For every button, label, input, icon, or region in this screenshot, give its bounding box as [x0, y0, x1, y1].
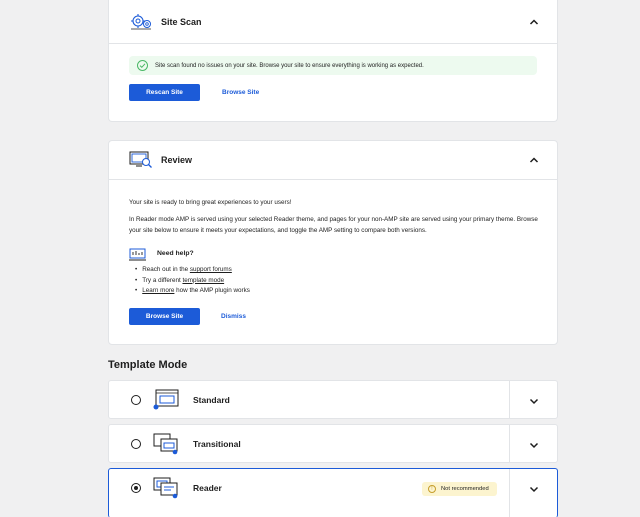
- help-item: Reach out in the support forums: [135, 265, 250, 276]
- browse-site-button[interactable]: Browse Site: [129, 308, 200, 325]
- reader-mode-icon: [153, 477, 178, 499]
- notice-text: Site scan found no issues on your site. …: [155, 62, 424, 69]
- checkmark-icon: [137, 60, 148, 71]
- not-recommended-badge: ! Not recommended: [422, 482, 497, 496]
- standard-mode-icon: [153, 389, 179, 410]
- browse-site-link[interactable]: Browse Site: [222, 89, 259, 96]
- chevron-down-icon[interactable]: [529, 484, 539, 494]
- mode-label: Standard: [193, 395, 230, 405]
- reader-radio[interactable]: [131, 483, 141, 493]
- gears-icon: [131, 13, 151, 29]
- divider: [509, 381, 510, 418]
- support-forums-link[interactable]: support forums: [190, 266, 232, 273]
- chevron-down-icon[interactable]: [529, 440, 539, 450]
- help-item: Try a different template mode: [135, 276, 250, 287]
- review-monitor-icon: [129, 151, 152, 168]
- mode-label: Reader: [193, 483, 222, 493]
- site-scan-panel: Site Scan Site scan found no issues on y…: [108, 0, 558, 122]
- help-list: Reach out in the support forums Try a di…: [135, 265, 250, 297]
- mode-option-standard[interactable]: Standard: [108, 380, 558, 419]
- divider: [509, 425, 510, 462]
- chevron-up-icon[interactable]: [529, 17, 539, 27]
- template-mode-title: Template Mode: [108, 359, 188, 371]
- transitional-mode-icon: [153, 433, 178, 455]
- site-scan-title: Site Scan: [161, 16, 202, 27]
- mode-option-transitional[interactable]: Transitional: [108, 424, 558, 463]
- review-header[interactable]: Review: [109, 141, 557, 180]
- chevron-down-icon[interactable]: [529, 396, 539, 406]
- review-description: In Reader mode AMP is served using your …: [129, 216, 538, 234]
- mode-label: Transitional: [193, 439, 241, 449]
- review-title: Review: [161, 155, 193, 165]
- review-panel: Review Your site is ready to bring great…: [108, 140, 558, 345]
- rescan-site-button[interactable]: Rescan Site: [129, 84, 200, 101]
- success-notice: Site scan found no issues on your site. …: [129, 56, 537, 75]
- template-mode-link[interactable]: template mode: [182, 277, 224, 284]
- help-item: Learn more how the AMP plugin works: [135, 286, 250, 297]
- site-scan-header[interactable]: Site Scan: [109, 0, 557, 44]
- learn-more-link[interactable]: Learn more: [142, 287, 174, 294]
- chevron-up-icon[interactable]: [529, 155, 539, 165]
- standard-radio[interactable]: [131, 395, 141, 405]
- divider: [509, 469, 510, 517]
- transitional-radio[interactable]: [131, 439, 141, 449]
- help-monitor-icon: [129, 248, 146, 261]
- mode-option-reader[interactable]: Reader ! Not recommended: [108, 468, 558, 517]
- dismiss-link[interactable]: Dismiss: [221, 313, 246, 320]
- help-title: Need help?: [157, 250, 194, 257]
- warning-icon: !: [428, 485, 436, 493]
- review-intro: Your site is ready to bring great experi…: [129, 199, 292, 206]
